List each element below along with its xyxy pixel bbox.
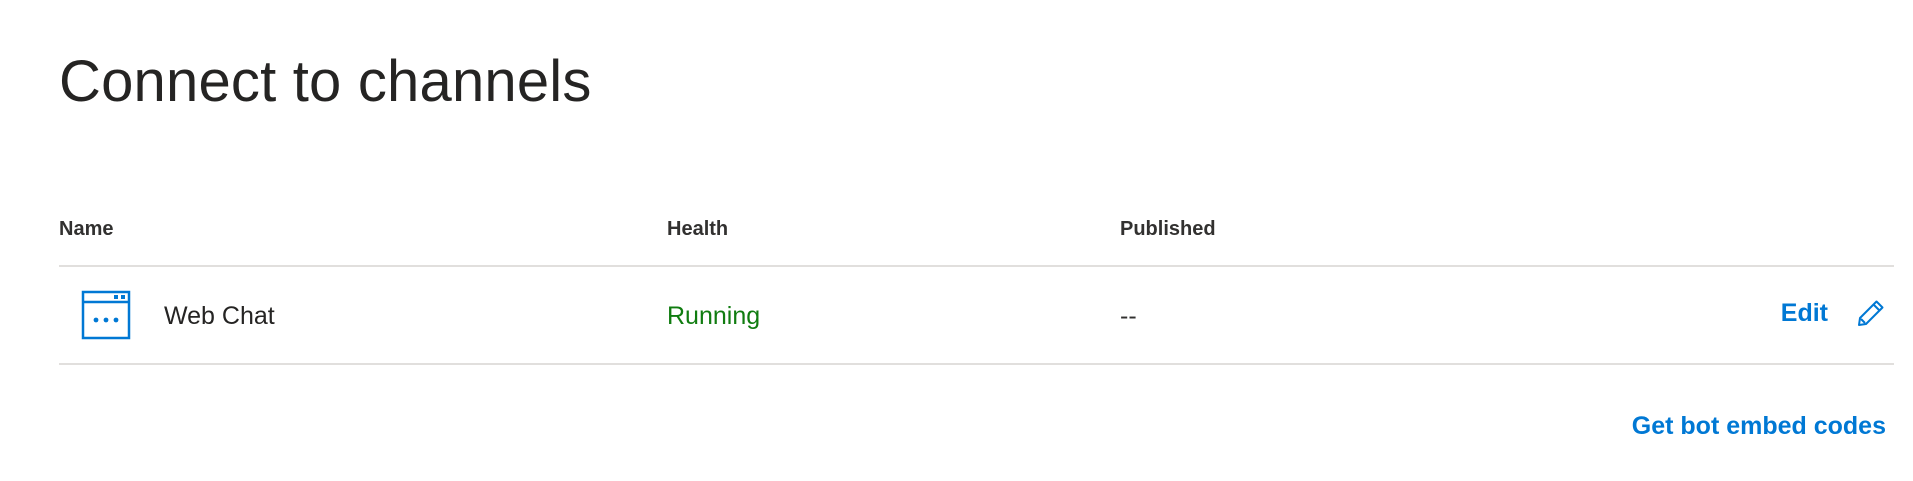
edit-channel-button[interactable]: Edit <box>1781 293 1894 333</box>
column-header-health: Health <box>667 218 729 240</box>
channel-health-status: Running <box>667 302 761 330</box>
column-header-published: Published <box>1120 218 1216 240</box>
connect-to-channels-page: Connect to channels Name Health Publishe… <box>0 0 1913 481</box>
web-chat-window-icon <box>81 290 131 340</box>
table-header-row: Name Health Published <box>59 210 1894 267</box>
pencil-edit-icon[interactable] <box>1856 298 1886 328</box>
channels-table: Name Health Published Web Chat Running -… <box>59 210 1894 365</box>
edit-label[interactable]: Edit <box>1781 299 1828 328</box>
get-bot-embed-codes-link[interactable]: Get bot embed codes <box>1632 412 1886 441</box>
table-row-web-chat: Web Chat Running -- Edit <box>59 267 1894 365</box>
page-title: Connect to channels <box>59 49 592 114</box>
column-header-name: Name <box>59 218 114 240</box>
channel-published-value: -- <box>1120 302 1137 330</box>
channel-name: Web Chat <box>164 302 275 330</box>
